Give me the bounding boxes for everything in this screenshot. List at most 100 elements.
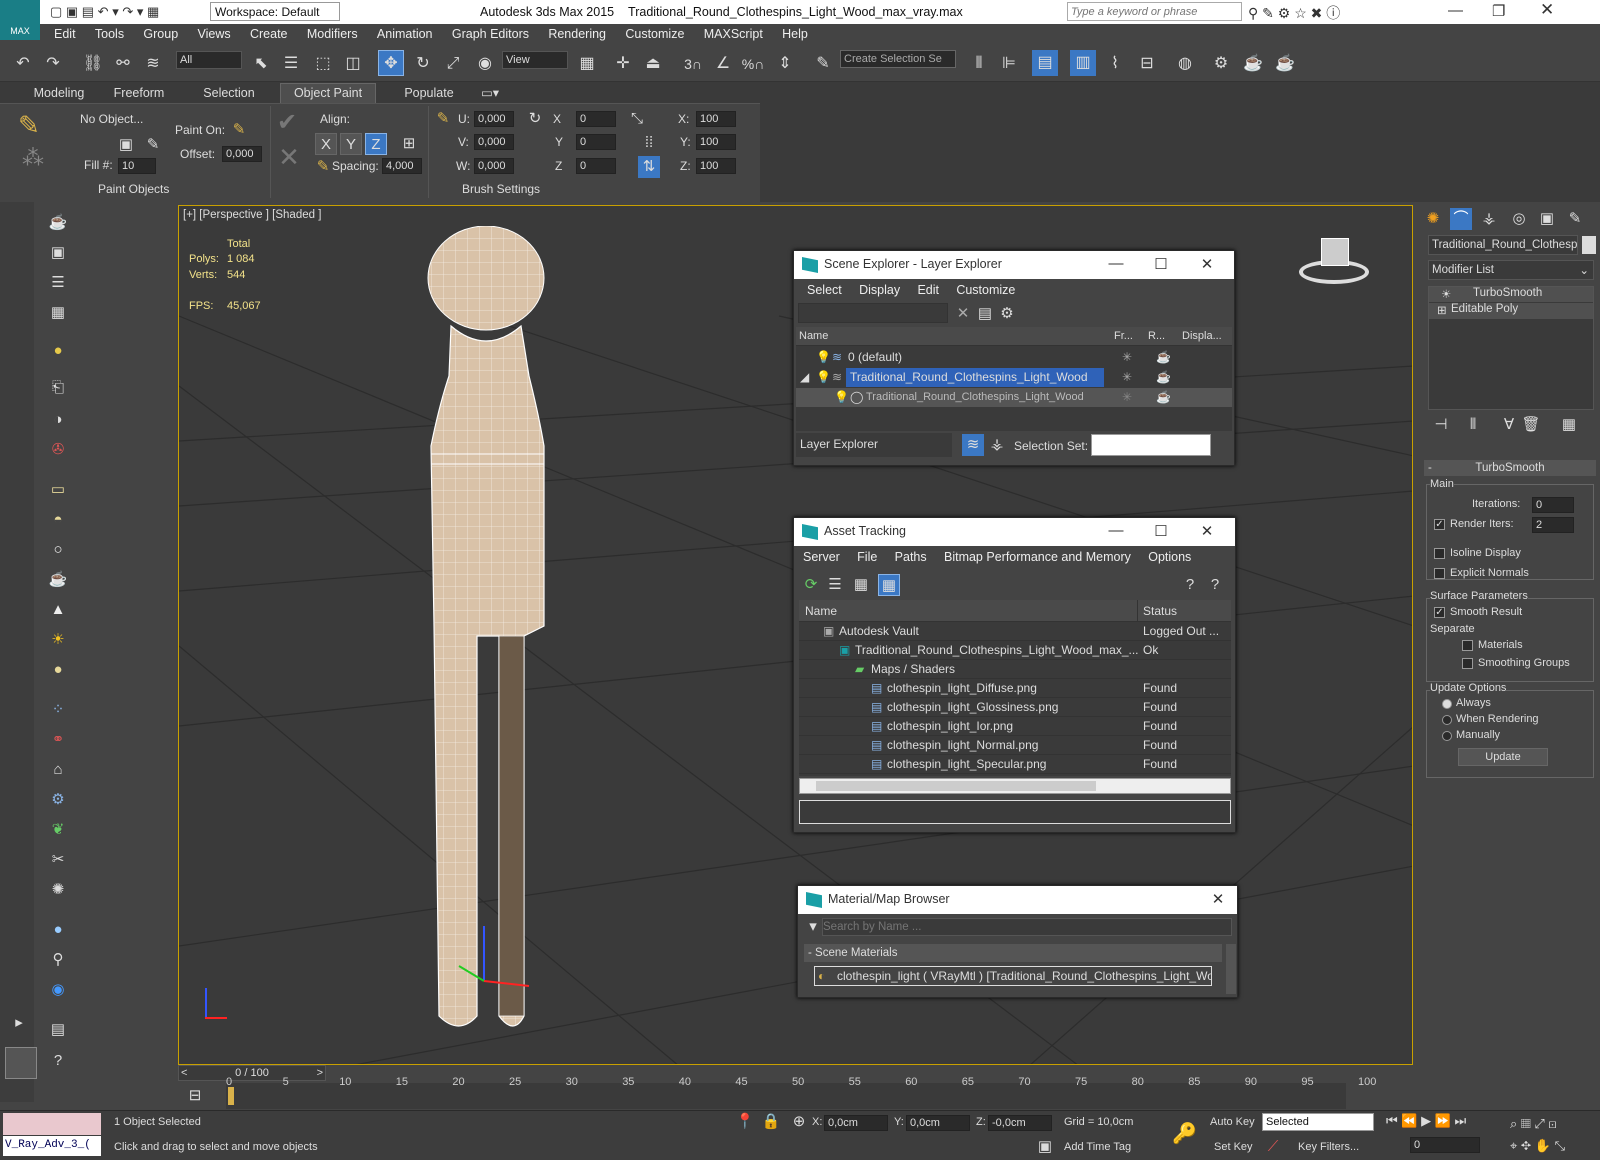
fill-count-field[interactable]: 10	[118, 158, 156, 174]
stack-item-editable-poly[interactable]: ⊞ Editable Poly	[1429, 303, 1593, 319]
object-row[interactable]: 💡 ◯ Traditional_Round_Clothespins_Light_…	[796, 388, 1232, 407]
cone-icon[interactable]: ▲	[47, 599, 69, 621]
u-field[interactable]: 0,000	[474, 111, 514, 127]
render-teapot-icon[interactable]: ☕	[1156, 348, 1171, 367]
column-name[interactable]: Name	[799, 327, 828, 346]
disk-icon[interactable]: ●	[47, 659, 69, 681]
track-bar[interactable]	[226, 1083, 1346, 1109]
explorer-mode-select[interactable]: Layer Explorer	[796, 433, 952, 457]
offset-transform-icon[interactable]: ✎	[432, 108, 454, 130]
scene-explorer-icon[interactable]: ▥	[1070, 50, 1096, 76]
material-browser-titlebar[interactable]: Material/Map Browser ✕	[798, 886, 1237, 914]
stack-item-turbosmooth[interactable]: ☀ TurboSmooth	[1429, 287, 1593, 303]
current-frame-field[interactable]: 0	[1410, 1137, 1480, 1153]
spinner-snap-icon[interactable]: ⇕	[772, 51, 798, 77]
menu-help[interactable]: Help	[774, 24, 816, 44]
material-sphere-icon[interactable]: ●	[47, 919, 69, 941]
table-row[interactable]: ▤ clothespin_light_Ior.png Found	[799, 717, 1231, 736]
percent-snap-icon[interactable]: %∩	[740, 51, 766, 77]
table-row[interactable]: ▰ Maps / Shaders	[799, 660, 1231, 679]
layer-mode-icon[interactable]: ≋	[962, 434, 984, 456]
menu-display[interactable]: Display	[852, 283, 907, 297]
rendered-frame-icon[interactable]: ☕	[1240, 51, 1266, 77]
remove-modifier-icon[interactable]: 🗑	[1520, 414, 1542, 436]
menu-select[interactable]: Select	[800, 283, 849, 297]
help-icon[interactable]: ?	[1179, 574, 1201, 596]
hair-icon[interactable]: ✂	[47, 849, 69, 871]
curve-editor-toggle-icon[interactable]: ⊟	[184, 1085, 206, 1107]
align-pivot-icon[interactable]: ⊞	[398, 133, 420, 155]
expand-plus-icon[interactable]: ⊞	[1437, 303, 1447, 317]
time-slider[interactable]: <0 / 100 >	[178, 1065, 326, 1081]
asset-tracking-titlebar[interactable]: Asset Tracking — ☐ ✕	[794, 518, 1235, 546]
freeze-icon[interactable]: ✳	[1122, 388, 1132, 407]
quick-access-icons[interactable]: ▢ ▣ ▤ ↶ ▾ ↷ ▾ ▦	[50, 4, 159, 20]
auto-key-button[interactable]: Auto Key	[1210, 1116, 1255, 1128]
add-to-layer-icon[interactable]: ⚙	[996, 303, 1018, 325]
menu-edit[interactable]: Edit	[910, 283, 946, 297]
configure-sets-icon[interactable]: ▦	[1558, 414, 1580, 436]
grid-icon[interactable]: ▦	[47, 302, 69, 324]
scale-offset-icon[interactable]: ⤡	[626, 108, 648, 130]
scene-search-input[interactable]	[798, 303, 948, 323]
scrollbar-thumb[interactable]	[816, 781, 1096, 791]
pick-object-list-icon[interactable]: ✎	[142, 134, 164, 156]
clothespin-model[interactable]	[419, 226, 719, 1046]
z-coordinate-field[interactable]: -0,0cm	[988, 1115, 1052, 1131]
schematic-view-icon[interactable]: ⊟	[1134, 51, 1160, 77]
scene-explorer-titlebar[interactable]: Scene Explorer - Layer Explorer — ☐ ✕	[794, 251, 1234, 279]
fur-icon[interactable]: ✺	[47, 879, 69, 901]
layer-row[interactable]: 💡 ≋ 0 (default) ✳ ☕	[796, 348, 1232, 367]
lightbulb-icon[interactable]: ☀	[1441, 287, 1451, 301]
render-production-icon[interactable]: ☕	[1272, 51, 1298, 77]
redo-icon[interactable]: ↷	[40, 51, 66, 77]
rotate-icon[interactable]: ↻	[410, 51, 436, 77]
isoline-checkbox[interactable]	[1434, 548, 1445, 559]
time-slider-marker[interactable]	[228, 1087, 234, 1105]
tab-object-paint[interactable]: Object Paint	[280, 83, 376, 103]
menu-edit[interactable]: Edit	[40, 24, 84, 44]
set-key-icon[interactable]: 🔑	[1172, 1123, 1197, 1145]
edit-named-selection-icon[interactable]: ✎	[810, 51, 836, 77]
render-setup-icon[interactable]: ⚙	[1208, 51, 1234, 77]
menu-graph-editors[interactable]: Graph Editors	[444, 24, 537, 44]
object-color-swatch[interactable]	[1582, 236, 1596, 254]
iterations-field[interactable]: 0	[1532, 497, 1574, 513]
select-manipulate-icon[interactable]: ✛	[610, 51, 636, 77]
scale-icon[interactable]: ⤢	[440, 51, 466, 77]
scale-z-field[interactable]: 100	[696, 158, 736, 174]
lock-selection-icon[interactable]: 🔒	[760, 1111, 782, 1133]
selection-set-select[interactable]	[1091, 434, 1211, 456]
viewport-layout-button[interactable]	[5, 1047, 37, 1079]
maxscript-line[interactable]: V_Ray_Adv_3_(	[3, 1136, 101, 1156]
maximize-button[interactable]: ☐	[1141, 255, 1181, 273]
v-field[interactable]: 0,000	[474, 134, 514, 150]
angle-snap-icon[interactable]: ∠	[710, 51, 736, 77]
modify-tab-icon[interactable]: ⌒	[1450, 208, 1472, 230]
film-icon[interactable]: ✇	[47, 439, 69, 461]
scale-x-field[interactable]: 100	[696, 111, 736, 127]
align-icon[interactable]: ⊫	[996, 51, 1022, 77]
w-field[interactable]: 0,000	[474, 158, 514, 174]
help-settings-icon[interactable]: ?	[1204, 574, 1226, 596]
rotate-x-field[interactable]: 0	[576, 111, 616, 127]
brush-settings-group-label[interactable]: Brush Settings	[462, 182, 540, 196]
lightbulb-icon[interactable]: 💡	[816, 368, 831, 387]
paint-objects-group-label[interactable]: Paint Objects	[98, 182, 169, 196]
cancel-x-icon[interactable]: ✕	[278, 144, 300, 170]
utilities-tab-icon[interactable]: ✎	[1564, 208, 1586, 230]
spacing-field[interactable]: 4,000	[382, 158, 422, 174]
no-object-dropdown[interactable]: No Object...	[80, 112, 143, 126]
scale-y-field[interactable]: 100	[696, 134, 736, 150]
default-tangent-icon[interactable]: ⟋	[1262, 1136, 1284, 1158]
camera-icon[interactable]: ⎗	[47, 377, 69, 399]
close-button[interactable]: ✕	[1187, 522, 1227, 540]
pivot-center-icon[interactable]: ▦	[574, 51, 600, 77]
pick-object-icon[interactable]: ▣	[115, 134, 137, 156]
selection-filter-select[interactable]: All	[176, 51, 242, 69]
render-teapot-icon[interactable]: ☕	[1156, 368, 1171, 387]
slider-prev-icon[interactable]: <	[181, 1066, 187, 1080]
layer-manager-icon[interactable]: ▤	[1032, 50, 1058, 76]
table-row[interactable]: ▣ Traditional_Round_Clothespins_Light_Wo…	[799, 641, 1231, 660]
table-view-icon[interactable]: ▦	[878, 574, 900, 596]
